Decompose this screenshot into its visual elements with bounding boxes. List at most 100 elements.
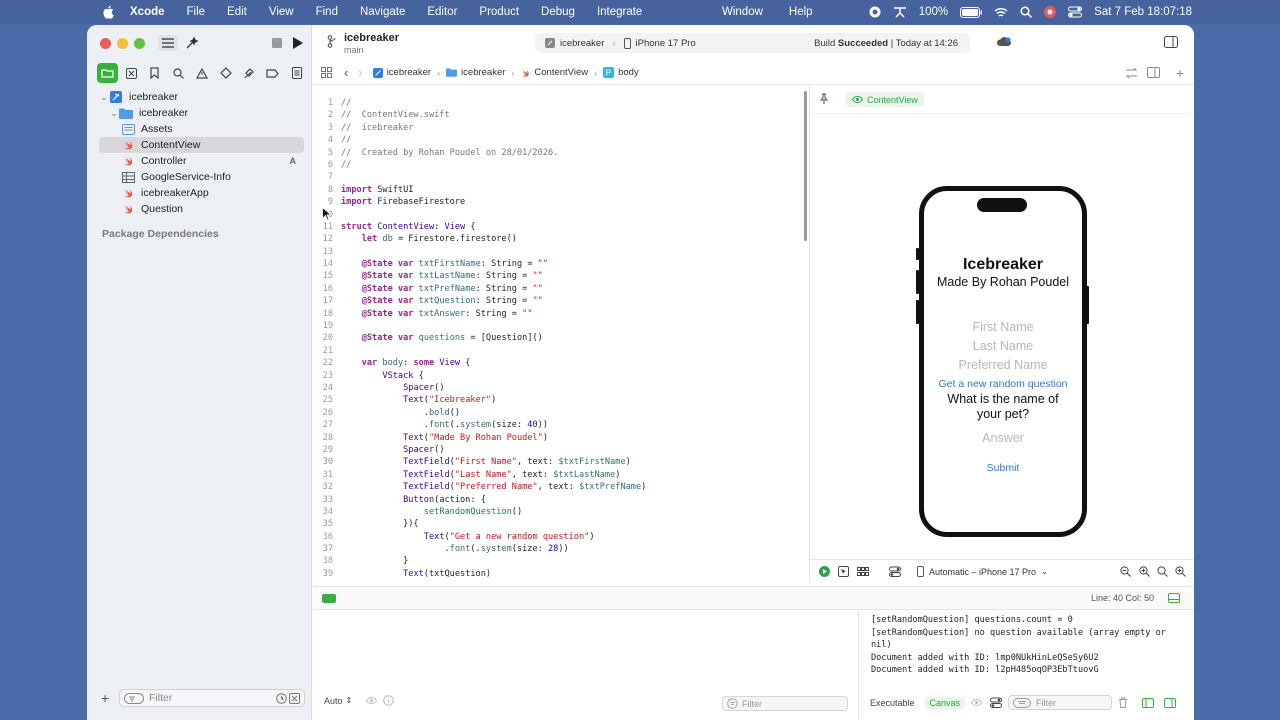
code-line[interactable]: 13 — [313, 246, 646, 258]
code-line[interactable]: 19 — [313, 320, 646, 332]
filter-options-icon[interactable] — [124, 692, 144, 704]
find-tab-search-icon[interactable] — [168, 63, 189, 83]
code-line[interactable]: 11 struct ContentView: View { — [313, 221, 646, 233]
code-line[interactable]: 27 . font (. system (size: 40)) — [313, 419, 646, 431]
console-view[interactable]: [setRandomQuestion] questions.count = 0 [… — [858, 611, 1194, 720]
code-line[interactable]: 20 @State var questions = [Question]() — [313, 332, 646, 344]
code-line[interactable]: 15 @State var txtLastName: String = "" — [313, 270, 646, 282]
variables-filter-input[interactable]: Filter — [722, 696, 848, 711]
chevron-updown-icon[interactable]: ⇕ — [346, 696, 353, 705]
code-line[interactable]: 16 @State var txtPrefName: String = "" — [313, 283, 646, 295]
menubar-datetime[interactable]: Sat 7 Feb 18:07:18 — [1094, 6, 1192, 18]
bookmark-tab-icon[interactable] — [144, 63, 165, 83]
menu-view[interactable]: View — [269, 6, 294, 18]
project-navigator-tab-folder-icon[interactable] — [97, 63, 118, 83]
menu-navigate[interactable]: Navigate — [360, 6, 405, 18]
source-editor[interactable]: 1 // 2 // ContentView.swift 3 // icebreaker 4 /… — [313, 86, 810, 583]
device-settings-icon[interactable] — [889, 566, 901, 577]
debug-area-toggle-icon[interactable] — [322, 593, 336, 603]
code-line[interactable]: 23 VStack { — [313, 370, 646, 382]
code-line[interactable]: 33 Button (action: { — [313, 494, 646, 506]
source-control-tab-icon[interactable] — [121, 63, 142, 83]
add-file-plus-icon[interactable]: + — [101, 690, 109, 706]
branch-name[interactable]: main — [344, 45, 364, 55]
jumpbar-item-project[interactable]: icebreaker — [372, 67, 431, 78]
variables-scope-selector[interactable]: Auto — [324, 696, 343, 706]
selectable-cursor-icon[interactable] — [838, 566, 849, 577]
debug-tab-spray-icon[interactable] — [239, 63, 260, 83]
tests-tab-diamond-icon[interactable] — [215, 63, 236, 83]
code-line[interactable]: 5 // Created by Rohan Poudel on 28/01/202… — [313, 147, 646, 159]
code-line[interactable]: 21 — [313, 345, 646, 357]
quick-look-eye-icon[interactable] — [366, 697, 378, 704]
submit-button[interactable]: Submit — [924, 462, 1082, 474]
code-line[interactable]: 32 TextField("Preferred Name", text: $tx… — [313, 481, 647, 493]
menu-product[interactable]: Product — [479, 6, 519, 18]
code-line[interactable]: 1 // — [313, 97, 646, 109]
first-name-field[interactable]: First Name — [924, 320, 1082, 334]
project-name[interactable]: icebreaker — [344, 32, 399, 44]
code-line[interactable]: 26 . bold() — [313, 407, 646, 419]
console-target-selector[interactable]: Executable — [870, 698, 915, 708]
source-control-filter-icon[interactable] — [289, 692, 300, 704]
menu-debug[interactable]: Debug — [541, 6, 575, 18]
issues-tab-warning-icon[interactable] — [192, 63, 213, 83]
code-line[interactable]: 35 }){ — [313, 518, 646, 530]
code-line[interactable]: 18 @State var txtAnswer: String = "" — [313, 308, 646, 320]
zoom-in-icon[interactable] — [1139, 566, 1150, 577]
code-line[interactable]: 8 import SwiftUI — [313, 184, 646, 196]
inspector-toggle-icon[interactable] — [1164, 36, 1178, 51]
chevron-down-icon[interactable]: ⌄ — [109, 109, 119, 118]
show-console-panel-icon[interactable] — [1164, 697, 1177, 708]
live-preview-play-icon[interactable] — [819, 566, 830, 577]
device-selector[interactable]: Automatic – iPhone 17 Pro ⌄ — [917, 566, 1048, 577]
tree-item-file[interactable]: Assets — [99, 121, 304, 137]
code-line[interactable]: 30 TextField("First Name", text: $txtFir… — [313, 456, 646, 468]
preview-chip[interactable]: ContentView — [846, 92, 924, 107]
editor-scrollbar[interactable] — [804, 91, 807, 241]
variants-grid-icon[interactable] — [857, 567, 869, 576]
jumpbar-item-file[interactable]: ContentView — [520, 67, 588, 78]
pin-icon[interactable] — [819, 93, 829, 108]
breakpoints-tab-icon[interactable] — [262, 63, 283, 83]
code-line[interactable]: 4 // — [313, 134, 646, 146]
menu-find[interactable]: Find — [316, 6, 338, 18]
code-line[interactable]: 17 @State var txtQuestion: String = "" — [313, 295, 646, 307]
related-items-grid-icon[interactable] — [321, 67, 332, 78]
navigator-filter-input[interactable]: Filter — [119, 689, 305, 707]
show-variables-panel-icon[interactable] — [1142, 697, 1155, 708]
record-icon[interactable] — [869, 6, 881, 18]
menu-app-name[interactable]: Xcode — [130, 6, 165, 18]
code-line[interactable]: 38 } — [313, 555, 646, 567]
answer-field[interactable]: Answer — [924, 431, 1082, 445]
add-editor-plus-icon[interactable]: + — [1176, 65, 1184, 81]
code-line[interactable]: 10 — [313, 209, 646, 221]
code-line[interactable]: 28 Text("Made By Rohan Poudel") — [313, 432, 646, 444]
code-line[interactable]: 12 let db = Firestore.firestore() — [313, 233, 646, 245]
spotlight-search-icon[interactable] — [1020, 6, 1033, 18]
xcode-cloud-icon[interactable] — [996, 36, 1012, 50]
tree-item-file-selected[interactable]: ContentView — [99, 137, 304, 153]
menu-editor[interactable]: Editor — [427, 6, 457, 18]
forward-arrow-icon[interactable]: › — [358, 65, 362, 80]
code-line[interactable]: 25 Text("Icebreaker") — [313, 394, 646, 406]
zoom-out-icon[interactable] — [1120, 566, 1131, 577]
split-editor-icon[interactable] — [1147, 67, 1160, 78]
build-status[interactable]: Build Succeeded | Today at 14:26 — [814, 38, 958, 49]
close-window-button[interactable] — [100, 38, 111, 49]
random-question-button[interactable]: Get a new random question — [924, 378, 1082, 390]
chevron-down-icon[interactable]: ⌄ — [99, 93, 109, 102]
console-output[interactable]: [setRandomQuestion] questions.count = 0 [… — [871, 614, 1186, 677]
jumpbar-item-symbol[interactable]: Pbody — [603, 67, 639, 78]
code-line[interactable]: 39 Text (txtQuestion) — [313, 568, 646, 580]
apple-logo-icon[interactable] — [100, 4, 116, 20]
stop-button[interactable] — [267, 35, 287, 51]
info-icon[interactable] — [383, 695, 395, 706]
battery-icon[interactable] — [960, 6, 983, 18]
accessibility-icon[interactable] — [893, 6, 907, 18]
control-center-icon[interactable] — [1068, 6, 1083, 18]
code-line[interactable]: 31 TextField("Last Name", text: $txtLast… — [313, 469, 646, 481]
eye-icon[interactable] — [971, 699, 983, 706]
adjust-editor-arrows-icon[interactable] — [1125, 67, 1138, 79]
code-line[interactable]: 29 Spacer() — [313, 444, 646, 456]
